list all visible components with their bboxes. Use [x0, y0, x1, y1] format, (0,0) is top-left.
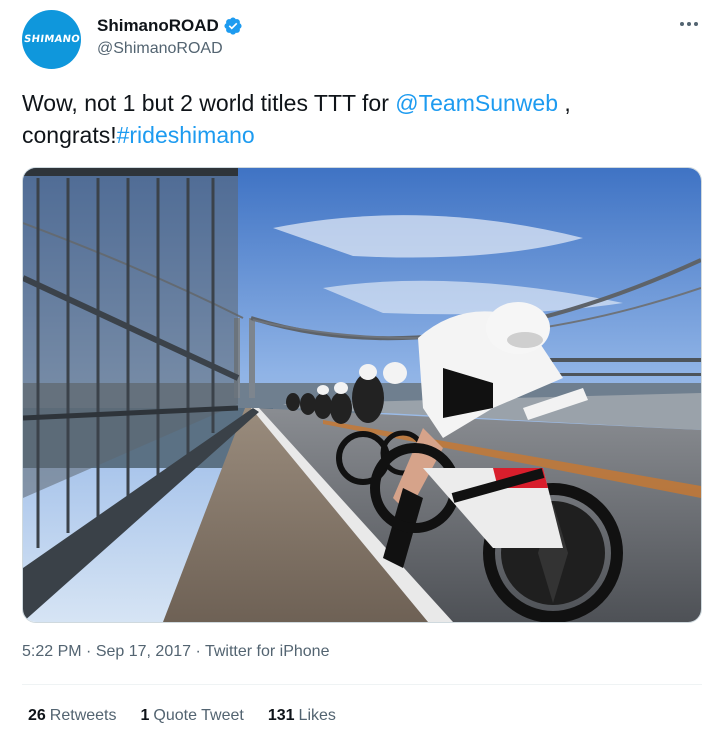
- likes-stat[interactable]: 131 Likes: [268, 707, 336, 725]
- tweet-text-part3: congrats!: [22, 122, 117, 148]
- retweets-label: Retweets: [49, 707, 117, 724]
- tweet-card: SHIMANO ShimanoROAD @ShimanoROAD Wow, no…: [0, 0, 720, 739]
- tweet-meta: 5:22 PM · Sep 17, 2017 · Twitter for iPh…: [22, 643, 329, 661]
- likes-label: Likes: [298, 707, 336, 724]
- shimano-logo: SHIMANO: [22, 34, 81, 45]
- quotes-count: 1: [140, 707, 150, 724]
- hashtag-link[interactable]: #rideshimano: [117, 122, 255, 148]
- more-horizontal-icon[interactable]: [674, 14, 704, 34]
- name-row: ShimanoROAD: [97, 16, 243, 36]
- tweet-text-part1: Wow, not 1 but 2 world titles TTT for: [22, 90, 396, 116]
- handle[interactable]: @ShimanoROAD: [97, 40, 243, 58]
- mention-link[interactable]: @TeamSunweb: [395, 90, 558, 116]
- photo-cyclists-on-bridge: [23, 168, 701, 622]
- tweet-text-part2: ,: [558, 90, 571, 116]
- avatar[interactable]: SHIMANO: [22, 10, 81, 69]
- tweet-date[interactable]: Sep 17, 2017: [96, 643, 191, 660]
- meta-separator: ·: [195, 643, 201, 660]
- tweet-time[interactable]: 5:22 PM: [22, 643, 82, 660]
- verified-badge-icon: [224, 17, 242, 35]
- tweet-photo[interactable]: [22, 167, 702, 623]
- author-info: ShimanoROAD @ShimanoROAD: [97, 16, 243, 58]
- display-name[interactable]: ShimanoROAD: [97, 16, 219, 36]
- tweet-stats: 26 Retweets 1 Quote Tweet 131 Likes: [28, 707, 336, 725]
- retweets-stat[interactable]: 26 Retweets: [28, 707, 117, 725]
- divider: [22, 684, 702, 685]
- tweet-source[interactable]: Twitter for iPhone: [205, 643, 330, 660]
- quotes-label: Quote Tweet: [153, 707, 244, 724]
- retweets-count: 26: [28, 707, 46, 724]
- likes-count: 131: [267, 707, 295, 724]
- tweet-text: Wow, not 1 but 2 world titles TTT for @T…: [22, 87, 702, 151]
- meta-separator: ·: [86, 643, 92, 660]
- quote-tweets-stat[interactable]: 1 Quote Tweet: [141, 707, 244, 725]
